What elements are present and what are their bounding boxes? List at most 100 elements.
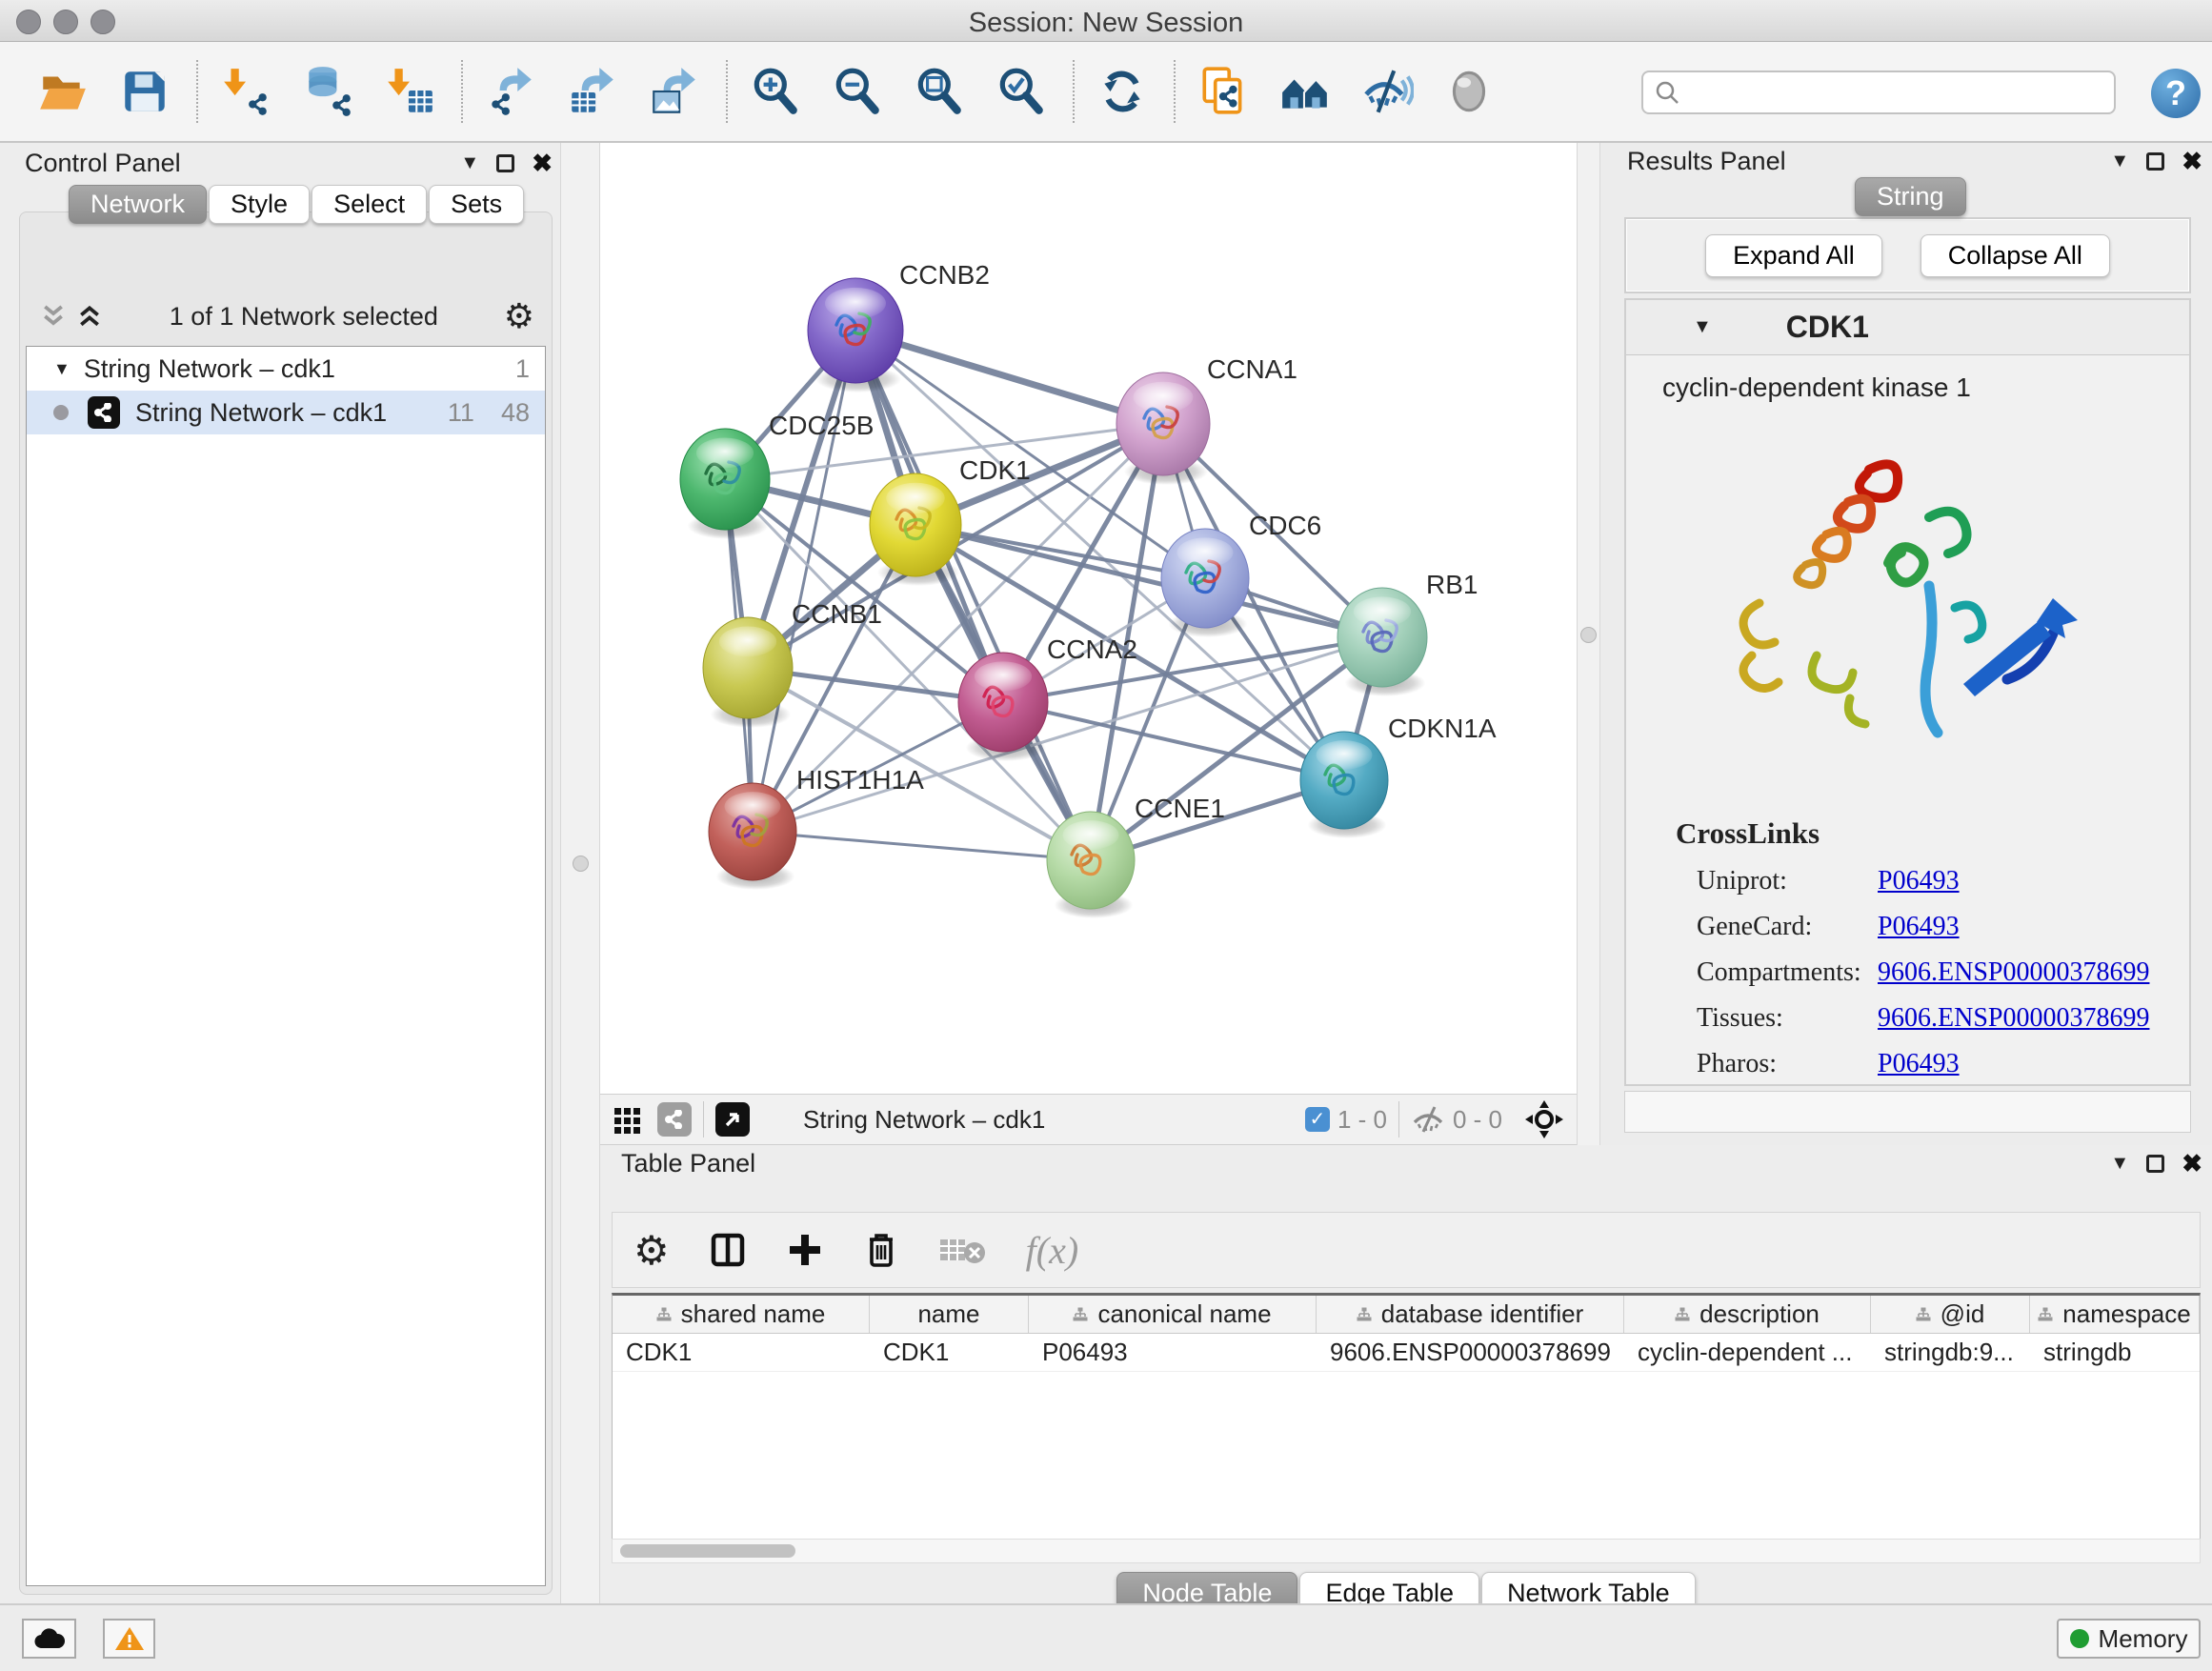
open-session-icon[interactable] [36,65,90,118]
export-table-icon[interactable] [566,65,619,118]
collapse-all-button[interactable]: Collapse All [1920,234,2110,277]
collapse-all-icon[interactable] [39,304,68,329]
close-panel-icon[interactable]: ✖ [532,149,553,178]
table-row[interactable]: CDK1CDK1P064939606.ENSP00000378699cyclin… [613,1334,2200,1372]
splitter-handle[interactable] [573,856,589,872]
trash-icon[interactable] [862,1230,900,1270]
external-link-icon[interactable] [715,1102,750,1137]
tab-network[interactable]: Network [69,185,207,224]
crosslink-link[interactable]: P06493 [1878,1049,1960,1079]
window-title: Session: New Session [0,8,2212,39]
tab-select[interactable]: Select [312,185,427,224]
zoom-fit-icon[interactable] [913,65,966,118]
export-image-icon[interactable] [648,65,701,118]
expand-all-icon[interactable] [75,304,104,329]
memory-button[interactable]: Memory [2057,1619,2201,1659]
float-panel-icon[interactable] [2146,1155,2164,1173]
column-header[interactable]: description [1624,1296,1871,1333]
import-table-file-icon[interactable] [383,65,436,118]
search-field[interactable] [1641,70,2116,114]
export-network-icon[interactable] [484,65,537,118]
table-cell[interactable]: stringdb [2030,1334,2200,1371]
crosslink-link[interactable]: 9606.ENSP00000378699 [1878,1003,2149,1034]
network-row[interactable]: String Network – cdk1 11 48 [27,391,545,434]
eye-slash-icon[interactable] [1411,1105,1445,1134]
table-cell[interactable]: CDK1 [613,1334,870,1371]
help-button[interactable]: ? [2151,69,2201,118]
splitter-handle[interactable] [1580,627,1597,643]
collapse-panel-icon[interactable]: ▼ [2110,151,2129,172]
table-cell[interactable]: cyclin-dependent ... [1624,1334,1871,1371]
table-cell[interactable]: 9606.ENSP00000378699 [1317,1334,1624,1371]
crosshair-icon[interactable] [1523,1098,1565,1140]
footer-separator [703,1101,704,1137]
network-tab-content: 1 of 1 Network selected ⚙ ▼ String Netwo… [19,211,553,1595]
column-header[interactable]: name [870,1296,1029,1333]
network-status-dot [53,405,69,420]
import-network-file-icon[interactable] [219,65,272,118]
collapse-panel-icon[interactable]: ▼ [460,152,479,174]
search-input[interactable] [1689,78,2089,108]
network-edge[interactable] [1003,702,1344,780]
gene-description: cyclin-dependent kinase 1 [1662,372,2189,403]
zoom-out-icon[interactable] [831,65,884,118]
close-panel-icon[interactable]: ✖ [2182,147,2202,176]
network-edge[interactable] [753,637,1382,832]
warning-button[interactable] [103,1619,155,1659]
column-header[interactable]: shared name [613,1296,870,1333]
node-label: CCNB2 [899,260,990,290]
zoom-selected-icon[interactable] [995,65,1048,118]
grid-icon[interactable] [612,1103,644,1136]
crosslink-link[interactable]: P06493 [1878,866,1960,896]
main-toolbar: ? [0,42,2212,143]
expand-all-button[interactable]: Expand All [1705,234,1882,277]
column-header[interactable]: canonical name [1029,1296,1317,1333]
horizontal-scrollbar[interactable] [612,1539,2201,1563]
column-label: shared name [681,1299,826,1329]
clone-network-icon[interactable] [1196,65,1250,118]
add-column-icon[interactable] [786,1231,824,1269]
save-session-icon[interactable] [118,65,171,118]
column-header[interactable]: namespace [2030,1296,2200,1333]
network-canvas[interactable]: CCNB2CCNA1CDC25BCDK1CDC6RB1CCNB1CCNA2CDK… [600,143,1577,1094]
table-cell[interactable]: stringdb:9... [1871,1334,2030,1371]
gear-icon[interactable]: ⚙ [633,1227,670,1274]
network-edge[interactable] [753,331,855,832]
import-network-database-icon[interactable] [301,65,354,118]
crosslink-link[interactable]: 9606.ENSP00000378699 [1878,957,2149,988]
refresh-view-icon[interactable] [1096,65,1149,118]
float-panel-icon[interactable] [496,154,514,172]
zoom-in-icon[interactable] [749,65,802,118]
table-cell[interactable]: CDK1 [870,1334,1029,1371]
collapse-panel-icon[interactable]: ▼ [2110,1153,2129,1175]
tab-string[interactable]: String [1855,177,1966,216]
crosslink-link[interactable]: P06493 [1878,912,1960,942]
checkbox-icon[interactable]: ✓ [1305,1107,1330,1132]
tab-sets[interactable]: Sets [429,185,524,224]
houses-icon[interactable] [1278,65,1332,118]
right-splitter[interactable] [1577,143,1600,1145]
tab-style[interactable]: Style [209,185,310,224]
gene-section-header[interactable]: ▼ CDK1 [1626,300,2189,355]
network-label: String Network – cdk1 [135,398,387,428]
chevron-down-icon[interactable]: ▼ [1693,316,1712,338]
eye-slash-icon[interactable] [1360,65,1414,118]
network-collection-row[interactable]: ▼ String Network – cdk1 1 [27,347,545,391]
column-header[interactable]: @id [1871,1296,2030,1333]
columns-icon[interactable] [708,1230,748,1270]
close-panel-icon[interactable]: ✖ [2182,1149,2202,1178]
chevron-down-icon[interactable]: ▼ [53,359,70,379]
hidden-counts: 0 - 0 [1453,1105,1502,1135]
cloud-button[interactable] [22,1619,76,1659]
gear-icon[interactable]: ⚙ [504,296,534,336]
column-header[interactable]: database identifier [1317,1296,1624,1333]
scrollbar-thumb[interactable] [620,1544,795,1558]
share-icon[interactable] [657,1102,692,1137]
table-cell[interactable]: P06493 [1029,1334,1317,1371]
crosslinks-title: CrossLinks [1676,816,2189,851]
status-bar: Memory [0,1603,2212,1671]
left-splitter[interactable] [560,143,600,1603]
network-edge[interactable] [753,832,1091,860]
title-bar: Session: New Session [0,0,2212,42]
float-panel-icon[interactable] [2146,152,2164,171]
